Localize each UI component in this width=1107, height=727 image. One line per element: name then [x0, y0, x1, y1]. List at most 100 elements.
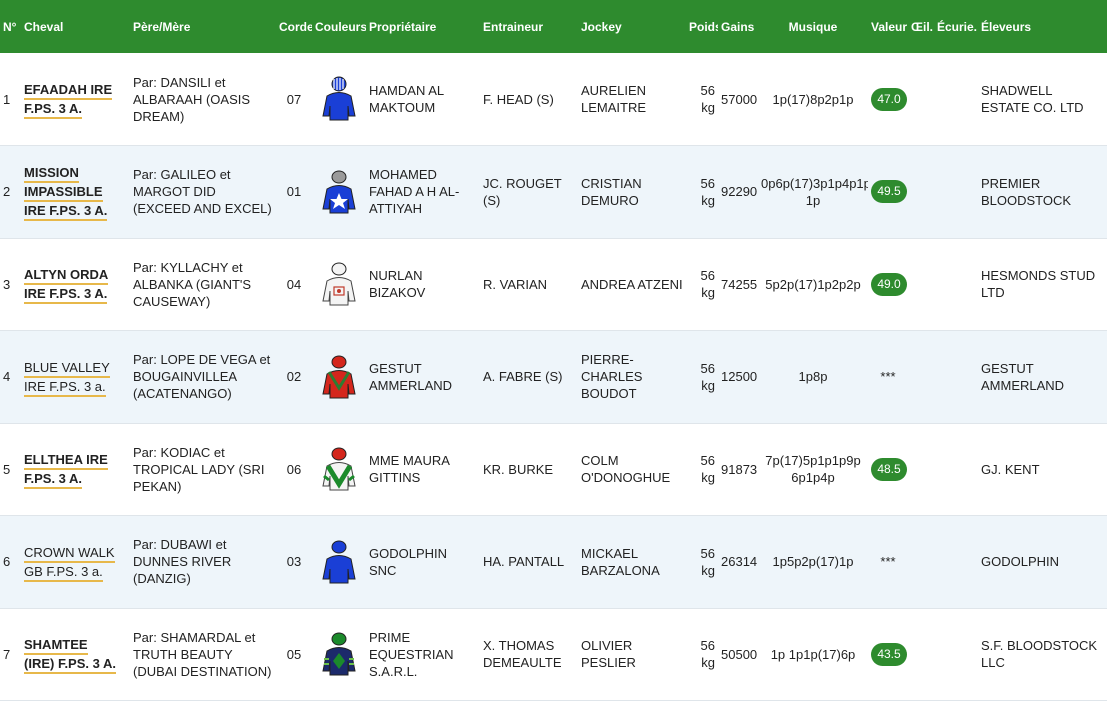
- horse-name: MISSION IMPASSIBLE: [24, 165, 103, 200]
- weight: 56 kg: [700, 175, 715, 208]
- horse-parents: Par: LOPE DE VEGA et BOUGAINVILLEA (ACAT…: [133, 352, 271, 402]
- music-form: 5p2p(17)1p2p2p: [765, 276, 861, 292]
- horse-name-link[interactable]: ELLTHEA IRE F.PS. 3 A.: [24, 452, 108, 490]
- horse-details: F.PS. 3 A.: [24, 471, 83, 487]
- draw-number: 07: [286, 91, 302, 107]
- weight: 56 kg: [700, 638, 715, 671]
- earnings: 26314: [721, 554, 758, 570]
- runner-number: 2: [3, 184, 11, 200]
- breeder-name: PREMIER BLOODSTOCK: [981, 175, 1072, 208]
- jockey-name: COLM O'DONOGHUE: [581, 453, 671, 486]
- header-breeders: Éleveurs: [981, 19, 1032, 34]
- draw-number: 02: [286, 369, 302, 385]
- draw-number: 04: [286, 276, 302, 292]
- value-cell: 49.0: [868, 238, 908, 331]
- eye-cell: [908, 516, 934, 609]
- stable-cell: [934, 516, 978, 609]
- value-cell: 43.5: [868, 608, 908, 701]
- silk-cell: [312, 53, 366, 146]
- horse-name-link[interactable]: CROWN WALK GB F.PS. 3 a.: [24, 544, 115, 582]
- jockey-name: OLIVIER PESLIER: [581, 638, 636, 671]
- table-header-row: N° Cheval Père/Mère Corde Couleurs Propr…: [0, 0, 1107, 53]
- table-row: 3 ALTYN ORDA IRE F.PS. 3 A. Par: KYLLACHY e…: [0, 238, 1107, 331]
- eye-cell: [908, 146, 934, 239]
- header-jockey: Jockey: [581, 19, 622, 34]
- header-music: Musique: [788, 19, 838, 34]
- music-form: 1p(17)8p2p1p: [772, 91, 854, 107]
- horse-name-cell: MISSION IMPASSIBLE IRE F.PS. 3 A.: [21, 146, 130, 239]
- jockey-name: PIERRE-CHARLES BOUDOT: [581, 352, 643, 402]
- silk-cell: [312, 238, 366, 331]
- value-cell: ***: [868, 331, 908, 424]
- jockey-name: ANDREA ATZENI: [581, 276, 683, 292]
- horse-name-cell: ELLTHEA IRE F.PS. 3 A.: [21, 423, 130, 516]
- header-colors: Couleurs: [315, 19, 366, 34]
- runner-number: 5: [3, 461, 11, 477]
- horse-parents: Par: SHAMARDAL et TRUTH BEAUTY (DUBAI DE…: [133, 629, 272, 679]
- eye-cell: [908, 53, 934, 146]
- owner-name: GESTUT AMMERLAND: [369, 360, 453, 393]
- earnings: 91873: [721, 461, 758, 477]
- horse-name: CROWN WALK: [24, 544, 115, 560]
- eye-cell: [908, 331, 934, 424]
- horse-details: F.PS. 3 A.: [24, 101, 83, 116]
- stable-cell: [934, 53, 978, 146]
- trainer-name: X. THOMAS DEMEAULTE: [483, 638, 562, 671]
- breeder-name: SHADWELL ESTATE CO. LTD: [981, 83, 1084, 115]
- horse-name-cell: CROWN WALK GB F.PS. 3 a.: [21, 516, 130, 609]
- header-parents: Père/Mère: [133, 19, 191, 34]
- horse-details: (IRE) F.PS. 3 A.: [24, 656, 116, 672]
- music-form: 0p6p(17)3p1p4p1p 1p: [761, 175, 868, 208]
- weight: 56 kg: [700, 268, 715, 301]
- earnings: 92290: [721, 184, 758, 200]
- horse-details: IRE F.PS. 3 A.: [24, 203, 108, 219]
- table-row: 4 BLUE VALLEY IRE F.PS. 3 a. Par: LOPE DE V…: [0, 330, 1107, 424]
- runner-number: 4: [3, 369, 11, 385]
- draw-number: 01: [286, 184, 302, 200]
- breeder-name: GODOLPHIN: [981, 554, 1060, 570]
- horse-name-cell: SHAMTEE (IRE) F.PS. 3 A.: [21, 608, 130, 701]
- horse-name-cell: ALTYN ORDA IRE F.PS. 3 A.: [21, 238, 130, 331]
- horse-name: EFAADAH IRE: [24, 82, 113, 97]
- jockey-silk-navy-green-icon: [322, 632, 356, 676]
- silk-cell: [312, 608, 366, 701]
- horse-name: SHAMTEE: [24, 637, 88, 653]
- header-stable: Écurie.: [937, 19, 978, 34]
- music-form: 7p(17)5p1p1p9p 6p1p4p: [765, 453, 861, 486]
- horse-name-link[interactable]: MISSION IMPASSIBLE IRE F.PS. 3 A.: [24, 165, 108, 222]
- header-trainer: Entraineur: [483, 19, 544, 34]
- runner-number: 3: [3, 276, 11, 292]
- jockey-silk-blue-icon: [322, 540, 356, 584]
- jockey-silk-blue-star-icon: [322, 170, 356, 214]
- horse-name-link[interactable]: SHAMTEE (IRE) F.PS. 3 A.: [24, 637, 116, 675]
- header-eye: Œil.: [911, 19, 934, 34]
- jockey-silk-blue-cap-icon: [322, 76, 356, 121]
- jockey-name: CRISTIAN DEMURO: [581, 175, 642, 208]
- draw-number: 03: [286, 554, 302, 570]
- jockey-silk-white-green-chevron-icon: [322, 447, 356, 491]
- horse-parents: Par: KODIAC et TROPICAL LADY (SRI PEKAN): [133, 444, 265, 494]
- horse-details: IRE F.PS. 3 a.: [24, 378, 106, 394]
- owner-name: HAMDAN AL MAKTOUM: [369, 83, 444, 115]
- horse-name-link[interactable]: BLUE VALLEY IRE F.PS. 3 a.: [24, 359, 110, 397]
- runner-number: 1: [3, 91, 11, 107]
- horse-name-link[interactable]: EFAADAH IRE F.PS. 3 A.: [24, 82, 113, 119]
- earnings: 57000: [721, 91, 758, 107]
- runner-number: 6: [3, 554, 11, 570]
- header-value: Valeur: [871, 19, 908, 34]
- eye-cell: [908, 423, 934, 516]
- music-form: 1p5p2p(17)1p: [772, 554, 854, 570]
- eye-cell: [908, 608, 934, 701]
- horse-parents: Par: GALILEO et MARGOT DID (EXCEED AND E…: [133, 167, 272, 217]
- trainer-name: A. FABRE (S): [483, 369, 563, 385]
- value-badge: 43.5: [871, 642, 907, 666]
- silk-cell: [312, 423, 366, 516]
- breeder-name: HESMONDS STUD LTD: [981, 268, 1096, 301]
- silk-cell: [312, 146, 366, 239]
- owner-name: MME MAURA GITTINS: [369, 453, 450, 486]
- stable-cell: [934, 238, 978, 331]
- earnings: 12500: [721, 369, 758, 385]
- horse-name-link[interactable]: ALTYN ORDA IRE F.PS. 3 A.: [24, 267, 109, 305]
- value-text: ***: [880, 369, 896, 385]
- header-horse: Cheval: [24, 19, 64, 34]
